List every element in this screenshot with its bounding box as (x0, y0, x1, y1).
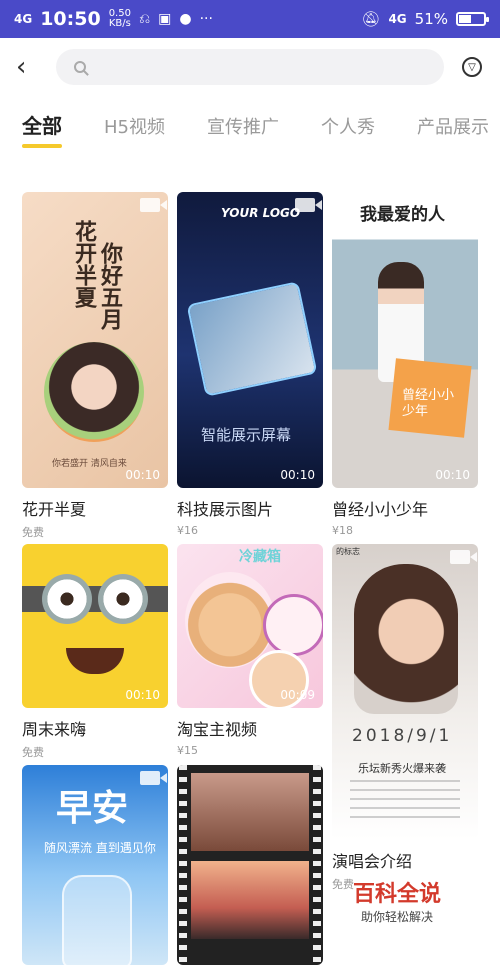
search-input[interactable] (94, 58, 444, 76)
template-thumbnail[interactable]: YOUR LOGO 智能展示屏幕 00:10 (177, 192, 323, 488)
poster-details (350, 780, 460, 820)
usb-icon: ⎌ (138, 11, 151, 27)
poster-date: 2018/9/1 (352, 726, 453, 746)
network-indicator-right: 4G (388, 12, 407, 26)
template-price: 免费 (22, 526, 44, 539)
film-frame (191, 861, 309, 939)
poster-text: 花开半夏 (71, 220, 96, 308)
goggle-left (42, 574, 92, 624)
template-card[interactable]: 00:10 周末来嗨 免费 (22, 544, 168, 760)
watermark-title: 百科全说 (352, 882, 441, 907)
video-camera-icon (450, 198, 477, 212)
template-thumbnail[interactable]: 花开半夏 你好五月 你若盛开 清风自来 00:10 (22, 192, 168, 488)
template-card[interactable] (177, 765, 323, 965)
search-icon (74, 61, 86, 73)
duration-label: 00:09 (280, 688, 315, 702)
tab-promotion[interactable]: 宣传推广 (207, 113, 279, 139)
poster-heading: 我最爱的人 (360, 205, 445, 225)
mute-icon: 🔕︎ (361, 10, 381, 28)
template-title: 淘宝主视频 (177, 720, 258, 739)
template-card[interactable]: 花开半夏 你好五月 你若盛开 清风自来 00:10 花开半夏 免费 (22, 192, 168, 540)
tablet-illustration (186, 281, 318, 397)
search-box[interactable] (56, 49, 444, 85)
template-card[interactable]: 的标志 2018/9/1 乐坛新秀火爆来袭 演唱会介绍 免费 (332, 544, 478, 892)
poster-text: 你好五月 (97, 242, 122, 330)
filter-button[interactable]: ▽ (462, 57, 482, 77)
battery-fill (459, 15, 471, 23)
app-notification-icon: ● (179, 11, 192, 27)
template-card[interactable]: 冷藏箱 00:09 淘宝主视频 ¥15 (177, 544, 323, 757)
duration-label: 00:10 (435, 468, 470, 482)
circle-frame (263, 594, 323, 656)
poster-logo: YOUR LOGO (221, 206, 301, 220)
template-card[interactable]: 早安 随风漂流 直到遇见你 (22, 765, 168, 965)
poster-caption: 随风漂流 直到遇见你 (44, 841, 156, 855)
video-camera-icon (295, 198, 322, 212)
goggle-right (98, 574, 148, 624)
status-bar: 4G 10:50 0.50 KB/s ⎌ ▣ ● ··· 🔕︎ 4G 51% (0, 0, 500, 38)
template-price: ¥16 (177, 524, 198, 537)
poster-heading: 早安 (56, 788, 129, 829)
film-sprockets (179, 765, 187, 965)
bottle-illustration (62, 875, 132, 965)
template-thumbnail[interactable]: 00:10 (22, 544, 168, 708)
poster-note: 曾经小小少年 (402, 388, 455, 419)
speed-unit: KB/s (108, 18, 131, 29)
template-title: 科技展示图片 (177, 500, 274, 519)
battery-percent: 51% (414, 10, 448, 28)
template-thumbnail[interactable]: 冷藏箱 00:09 (177, 544, 323, 708)
video-camera-icon (140, 198, 167, 212)
plush-toy-illustration (185, 572, 275, 668)
video-camera-icon (140, 771, 167, 785)
clock: 10:50 (40, 8, 101, 30)
template-price: 免费 (22, 746, 44, 759)
category-tabs: 全部 H5视频 宣传推广 个人秀 产品展示 (0, 108, 500, 154)
filter-icon: ▽ (468, 61, 476, 73)
mouth (66, 648, 124, 674)
poster-caption: 你若盛开 清风自来 (52, 459, 127, 469)
battery-icon (456, 12, 489, 26)
template-thumbnail[interactable]: 我最爱的人 曾经小小少年 00:10 (332, 192, 478, 488)
template-price: ¥15 (177, 744, 198, 757)
duration-label: 00:10 (125, 468, 160, 482)
tab-all[interactable]: 全部 (22, 110, 62, 139)
tab-product-display[interactable]: 产品展示 (417, 113, 489, 139)
singer-portrait (354, 564, 458, 714)
poster-caption: 智能展示屏幕 (201, 426, 292, 444)
network-indicator: 4G (14, 12, 33, 26)
more-notifications: ··· (199, 11, 213, 27)
template-thumbnail[interactable]: 的标志 2018/9/1 乐坛新秀火爆来袭 (332, 544, 478, 840)
template-thumbnail[interactable] (177, 765, 323, 965)
duration-label: 00:10 (125, 688, 160, 702)
tab-h5-video[interactable]: H5视频 (104, 113, 165, 139)
template-card[interactable]: YOUR LOGO 智能展示屏幕 00:10 科技展示图片 ¥16 (177, 192, 323, 537)
template-title: 花开半夏 (22, 500, 87, 519)
top-bar: ‹ ▽ (0, 38, 500, 96)
duration-label: 00:10 (280, 468, 315, 482)
template-title: 曾经小小少年 (332, 500, 429, 519)
video-camera-icon (450, 550, 477, 564)
poster-heading: 冷藏箱 (239, 549, 281, 565)
film-frame (191, 773, 309, 851)
tab-personal-show[interactable]: 个人秀 (321, 113, 375, 139)
network-speed: 0.50 KB/s (109, 9, 131, 29)
back-button[interactable]: ‹ (16, 54, 40, 80)
app-notification-icon: ▣ (158, 11, 172, 27)
template-title: 周末来嗨 (22, 720, 87, 739)
watermark-subtitle: 助你轻松解决 (360, 910, 433, 924)
active-tab-indicator (22, 144, 62, 148)
watermark-logo: 百科全说 助你轻松解决 (334, 876, 460, 928)
template-price: ¥18 (332, 524, 353, 537)
template-thumbnail[interactable]: 早安 随风漂流 直到遇见你 (22, 765, 168, 965)
template-card[interactable]: 我最爱的人 曾经小小少年 00:10 曾经小小少年 ¥18 (332, 192, 478, 537)
film-sprockets (313, 765, 321, 965)
poster-headline: 乐坛新秀火爆来袭 (358, 762, 446, 775)
poster-corner-text: 的标志 (336, 547, 360, 556)
portrait-illustration (44, 342, 144, 442)
template-title: 演唱会介绍 (332, 852, 413, 871)
